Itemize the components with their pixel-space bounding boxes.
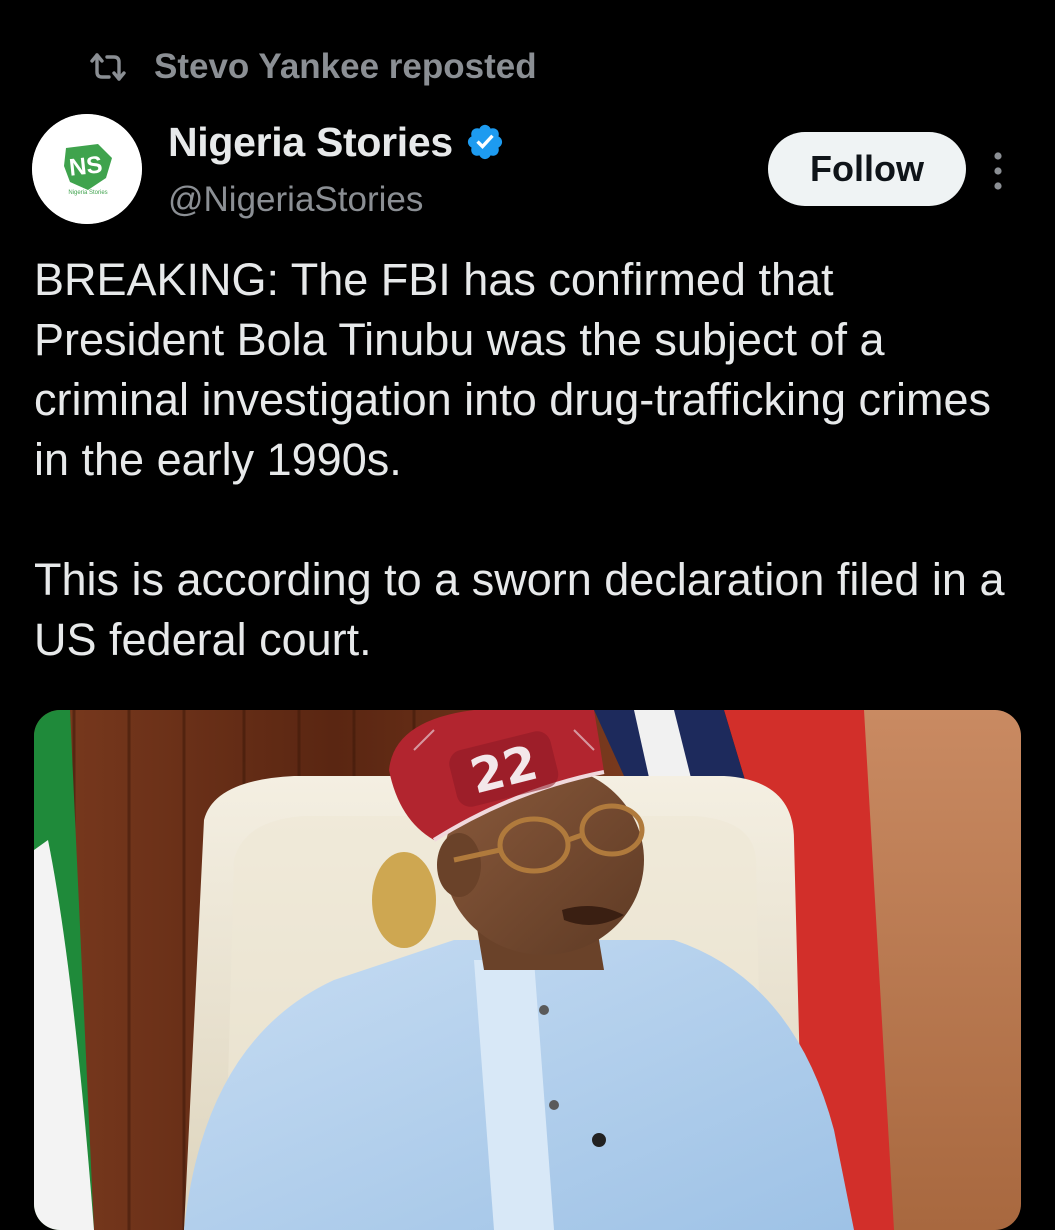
repost-indicator[interactable]: Stevo Yankee reposted [88, 44, 537, 90]
photo-image: 22 [34, 710, 1021, 1230]
tweet-paragraph: This is according to a sworn declaration… [34, 554, 1005, 665]
author-name-row[interactable]: Nigeria Stories [168, 116, 505, 168]
author-display-name[interactable]: Nigeria Stories [168, 119, 453, 166]
author-handle[interactable]: @NigeriaStories [168, 180, 423, 220]
nigeria-stories-logo-icon: NS Nigeria Stories [32, 114, 142, 224]
avatar[interactable]: NS Nigeria Stories [32, 114, 142, 224]
verified-badge-icon [465, 122, 505, 162]
tweet-paragraph: BREAKING: The FBI has confirmed that Pre… [34, 254, 992, 485]
repost-icon [88, 52, 128, 82]
follow-button[interactable]: Follow [768, 132, 966, 206]
repost-text[interactable]: Stevo Yankee reposted [154, 47, 537, 87]
more-vertical-icon[interactable] [988, 148, 1008, 194]
svg-text:NS: NS [68, 151, 104, 181]
tweet-photo[interactable]: 22 [34, 710, 1021, 1230]
svg-text:Nigeria Stories: Nigeria Stories [68, 190, 107, 196]
tweet-text: BREAKING: The FBI has confirmed that Pre… [34, 250, 1034, 670]
